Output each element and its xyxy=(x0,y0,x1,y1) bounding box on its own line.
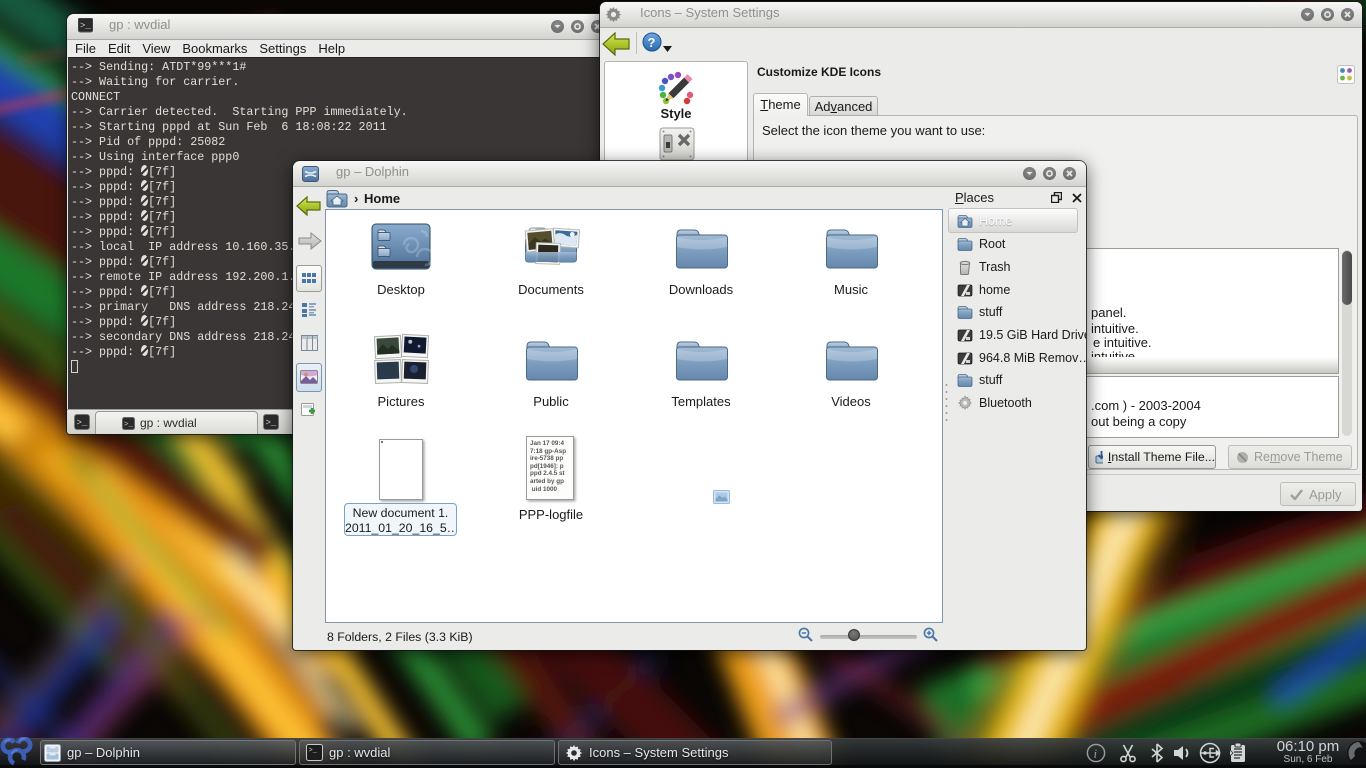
svg-text:>_: >_ xyxy=(80,21,91,31)
svg-text:>_: >_ xyxy=(266,418,277,428)
svg-text:i: i xyxy=(1094,746,1098,761)
svg-text:>_: >_ xyxy=(124,421,134,429)
svg-text:?: ? xyxy=(648,35,656,50)
svg-text:>_: >_ xyxy=(77,418,88,428)
svg-text:>_: >_ xyxy=(309,747,318,755)
